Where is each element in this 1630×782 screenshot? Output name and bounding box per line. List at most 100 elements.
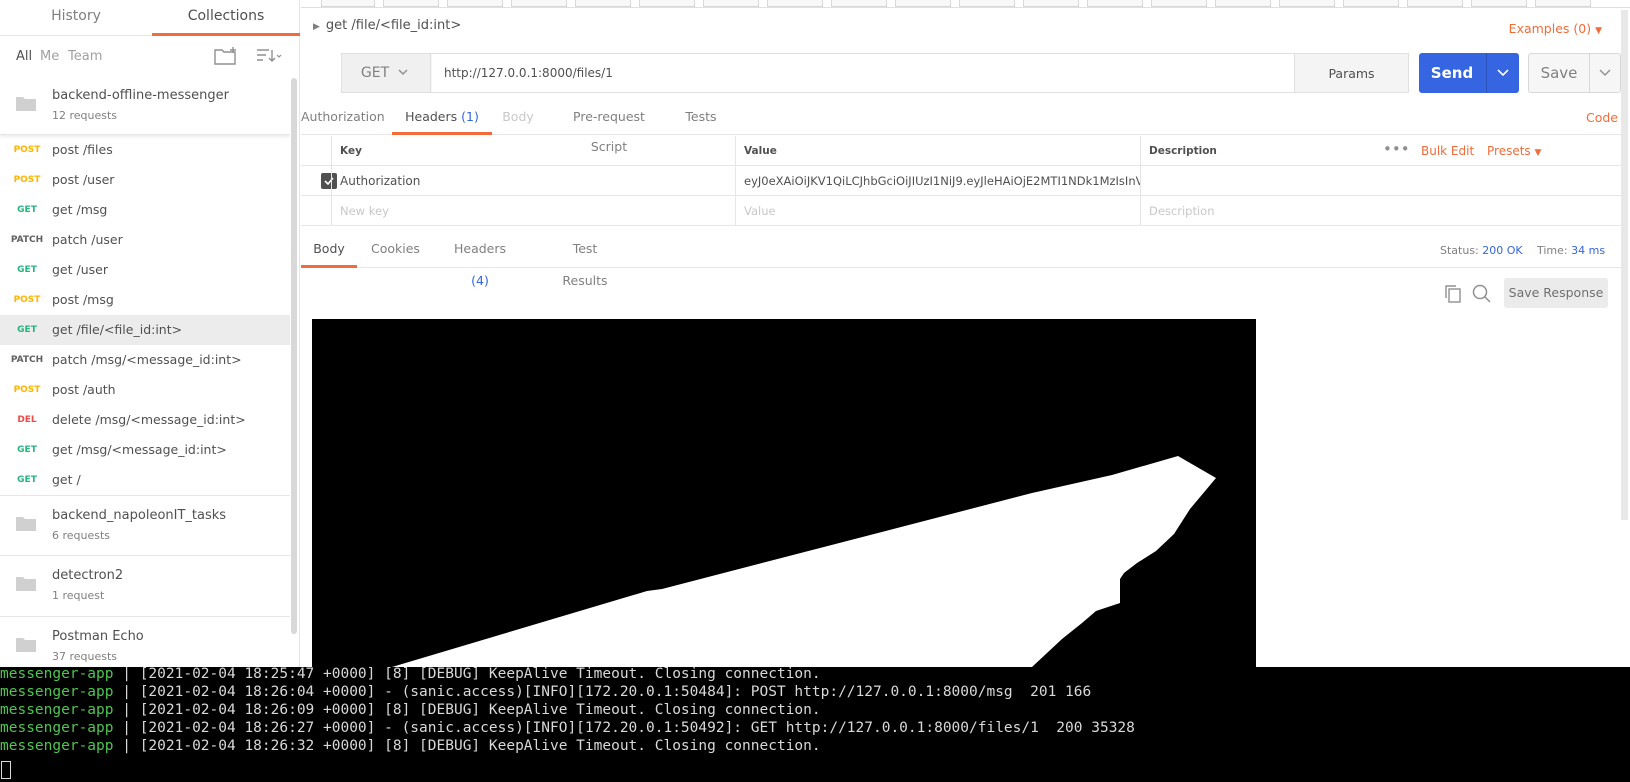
new-collection-icon[interactable] (212, 44, 240, 68)
request-tab[interactable] (447, 0, 503, 7)
request-method-badge: GET (17, 325, 37, 335)
filter-me[interactable]: Me (40, 49, 59, 64)
collections-list: backend-offline-messenger 12 requests PO… (0, 76, 290, 667)
tab-test-results[interactable]: Test Results (551, 233, 619, 288)
request-tab[interactable] (703, 0, 759, 7)
request-tab[interactable] (1343, 0, 1399, 7)
request-tab[interactable] (767, 0, 823, 7)
header-key[interactable]: Authorization (331, 166, 736, 196)
method-select[interactable]: GET (342, 54, 431, 92)
sidebar-request-item[interactable]: GET get /msg (0, 195, 290, 225)
new-value-input[interactable]: Value (736, 196, 1141, 226)
request-tab[interactable] (1471, 0, 1527, 7)
collection-count: 6 requests (52, 529, 111, 542)
sidebar-request-item[interactable]: POST post /msg (0, 285, 290, 315)
search-icon[interactable] (1472, 284, 1492, 307)
new-key-input[interactable]: New key (331, 196, 736, 226)
request-tab[interactable] (1279, 0, 1335, 7)
folder-icon (16, 577, 36, 591)
more-options-icon[interactable]: ••• (1383, 136, 1410, 166)
collection-item[interactable]: backend_napoleonIT_tasks 6 requests (0, 495, 290, 556)
request-tab[interactable] (1535, 0, 1591, 7)
sidebar-request-item[interactable]: PATCH patch /msg/<message_id:int> (0, 345, 290, 375)
sidebar-request-item[interactable]: PATCH patch /user (0, 225, 290, 255)
request-tab[interactable] (639, 0, 695, 7)
tab-response-body[interactable]: Body (301, 233, 357, 268)
response-image (312, 319, 1256, 667)
sidebar-request-item[interactable]: POST post /files (0, 135, 290, 165)
save-button[interactable]: Save (1528, 53, 1621, 93)
request-method-badge: PATCH (10, 355, 44, 365)
save-options-icon[interactable] (1589, 54, 1620, 92)
request-method-badge: POST (13, 295, 41, 305)
tab-prerequest-script[interactable]: Pre-request Script (557, 102, 661, 154)
params-button[interactable]: Params (1294, 54, 1408, 92)
tab-response-headers[interactable]: Headers (4) (446, 233, 514, 288)
tab-tests[interactable]: Tests (680, 102, 722, 135)
request-tab[interactable] (895, 0, 951, 7)
sidebar-request-item[interactable]: GET get /msg/<message_id:int> (0, 435, 290, 465)
copy-icon[interactable] (1444, 284, 1462, 307)
tab-authorization[interactable]: Authorization (301, 102, 385, 135)
collection-item[interactable]: detectron2 1 request (0, 556, 290, 617)
table-row: Authorization eyJ0eXAiOiJKV1QiLCJhbGciOi… (301, 166, 1621, 196)
collection-name: Postman Echo (52, 629, 144, 644)
send-options-icon[interactable] (1486, 53, 1519, 93)
tab-body[interactable]: Body (500, 102, 536, 135)
tab-history[interactable]: History (0, 0, 152, 36)
sort-icon[interactable] (254, 44, 282, 68)
tab-headers[interactable]: Headers (1) (392, 102, 492, 135)
sidebar-request-item[interactable]: GET get / (0, 465, 290, 495)
terminal-line: messenger-app | [2021-02-04 18:26:09 +00… (0, 702, 821, 718)
tab-collections[interactable]: Collections (152, 0, 300, 36)
send-button[interactable]: Send (1419, 53, 1519, 93)
main-scrollbar[interactable] (1621, 10, 1628, 520)
request-tab[interactable] (1087, 0, 1143, 7)
sidebar-scrollbar[interactable] (291, 78, 297, 634)
request-method-badge: PATCH (10, 235, 44, 245)
request-tab[interactable] (1151, 0, 1207, 7)
request-tab[interactable] (959, 0, 1015, 7)
examples-dropdown[interactable]: Examples (0) ▼ (1509, 21, 1602, 36)
request-name: get /msg/<message_id:int> (52, 442, 227, 457)
url-input[interactable] (432, 54, 1294, 92)
request-tab[interactable] (575, 0, 631, 7)
collection-count: 12 requests (52, 109, 118, 122)
folder-icon (16, 517, 36, 531)
request-name: patch /msg/<message_id:int> (52, 352, 242, 367)
header-description[interactable] (1141, 166, 1621, 196)
request-title[interactable]: ▶ get /file/<file_id:int> (313, 18, 461, 33)
presets-dropdown[interactable]: Presets ▼ (1487, 136, 1541, 166)
filter-all[interactable]: All (16, 49, 32, 64)
request-method-badge: POST (13, 175, 41, 185)
request-name: patch /user (52, 232, 123, 247)
collection-item[interactable]: backend-offline-messenger 12 requests (0, 76, 290, 135)
sidebar: History Collections All Me Team backend-… (0, 0, 300, 667)
request-tab[interactable] (321, 0, 375, 7)
sidebar-request-item[interactable]: DEL delete /msg/<message_id:int> (0, 405, 290, 435)
code-link[interactable]: Code (1586, 110, 1618, 125)
request-tab[interactable] (1215, 0, 1271, 7)
request-tab[interactable] (511, 0, 567, 7)
collection-name: backend-offline-messenger (52, 88, 229, 103)
sidebar-request-item[interactable]: POST post /auth (0, 375, 290, 405)
time-value: 34 ms (1571, 244, 1606, 257)
request-name: get /msg (52, 202, 108, 217)
filter-team[interactable]: Team (68, 49, 102, 64)
request-tab[interactable] (831, 0, 887, 7)
sidebar-request-item[interactable]: GET get /user (0, 255, 290, 285)
request-tab[interactable] (1023, 0, 1079, 7)
sidebar-request-item[interactable]: GET get /file/<file_id:int> (0, 315, 290, 345)
table-row-new: New key Value Description (301, 196, 1621, 226)
save-response-button[interactable]: Save Response (1504, 278, 1608, 308)
request-tab[interactable] (1407, 0, 1463, 7)
bulk-edit-link[interactable]: Bulk Edit (1421, 136, 1474, 166)
request-tab[interactable] (383, 0, 439, 7)
request-name: post /msg (52, 292, 114, 307)
header-value[interactable]: eyJ0eXAiOiJKV1QiLCJhbGciOiJIUzI1NiJ9.eyJ… (736, 166, 1141, 196)
collection-item[interactable]: Postman Echo 37 requests (0, 617, 290, 667)
new-description-input[interactable]: Description (1141, 196, 1621, 226)
sidebar-request-item[interactable]: POST post /user (0, 165, 290, 195)
status-readout: Status: 200 OK (1440, 244, 1523, 257)
tab-cookies[interactable]: Cookies (371, 233, 420, 268)
